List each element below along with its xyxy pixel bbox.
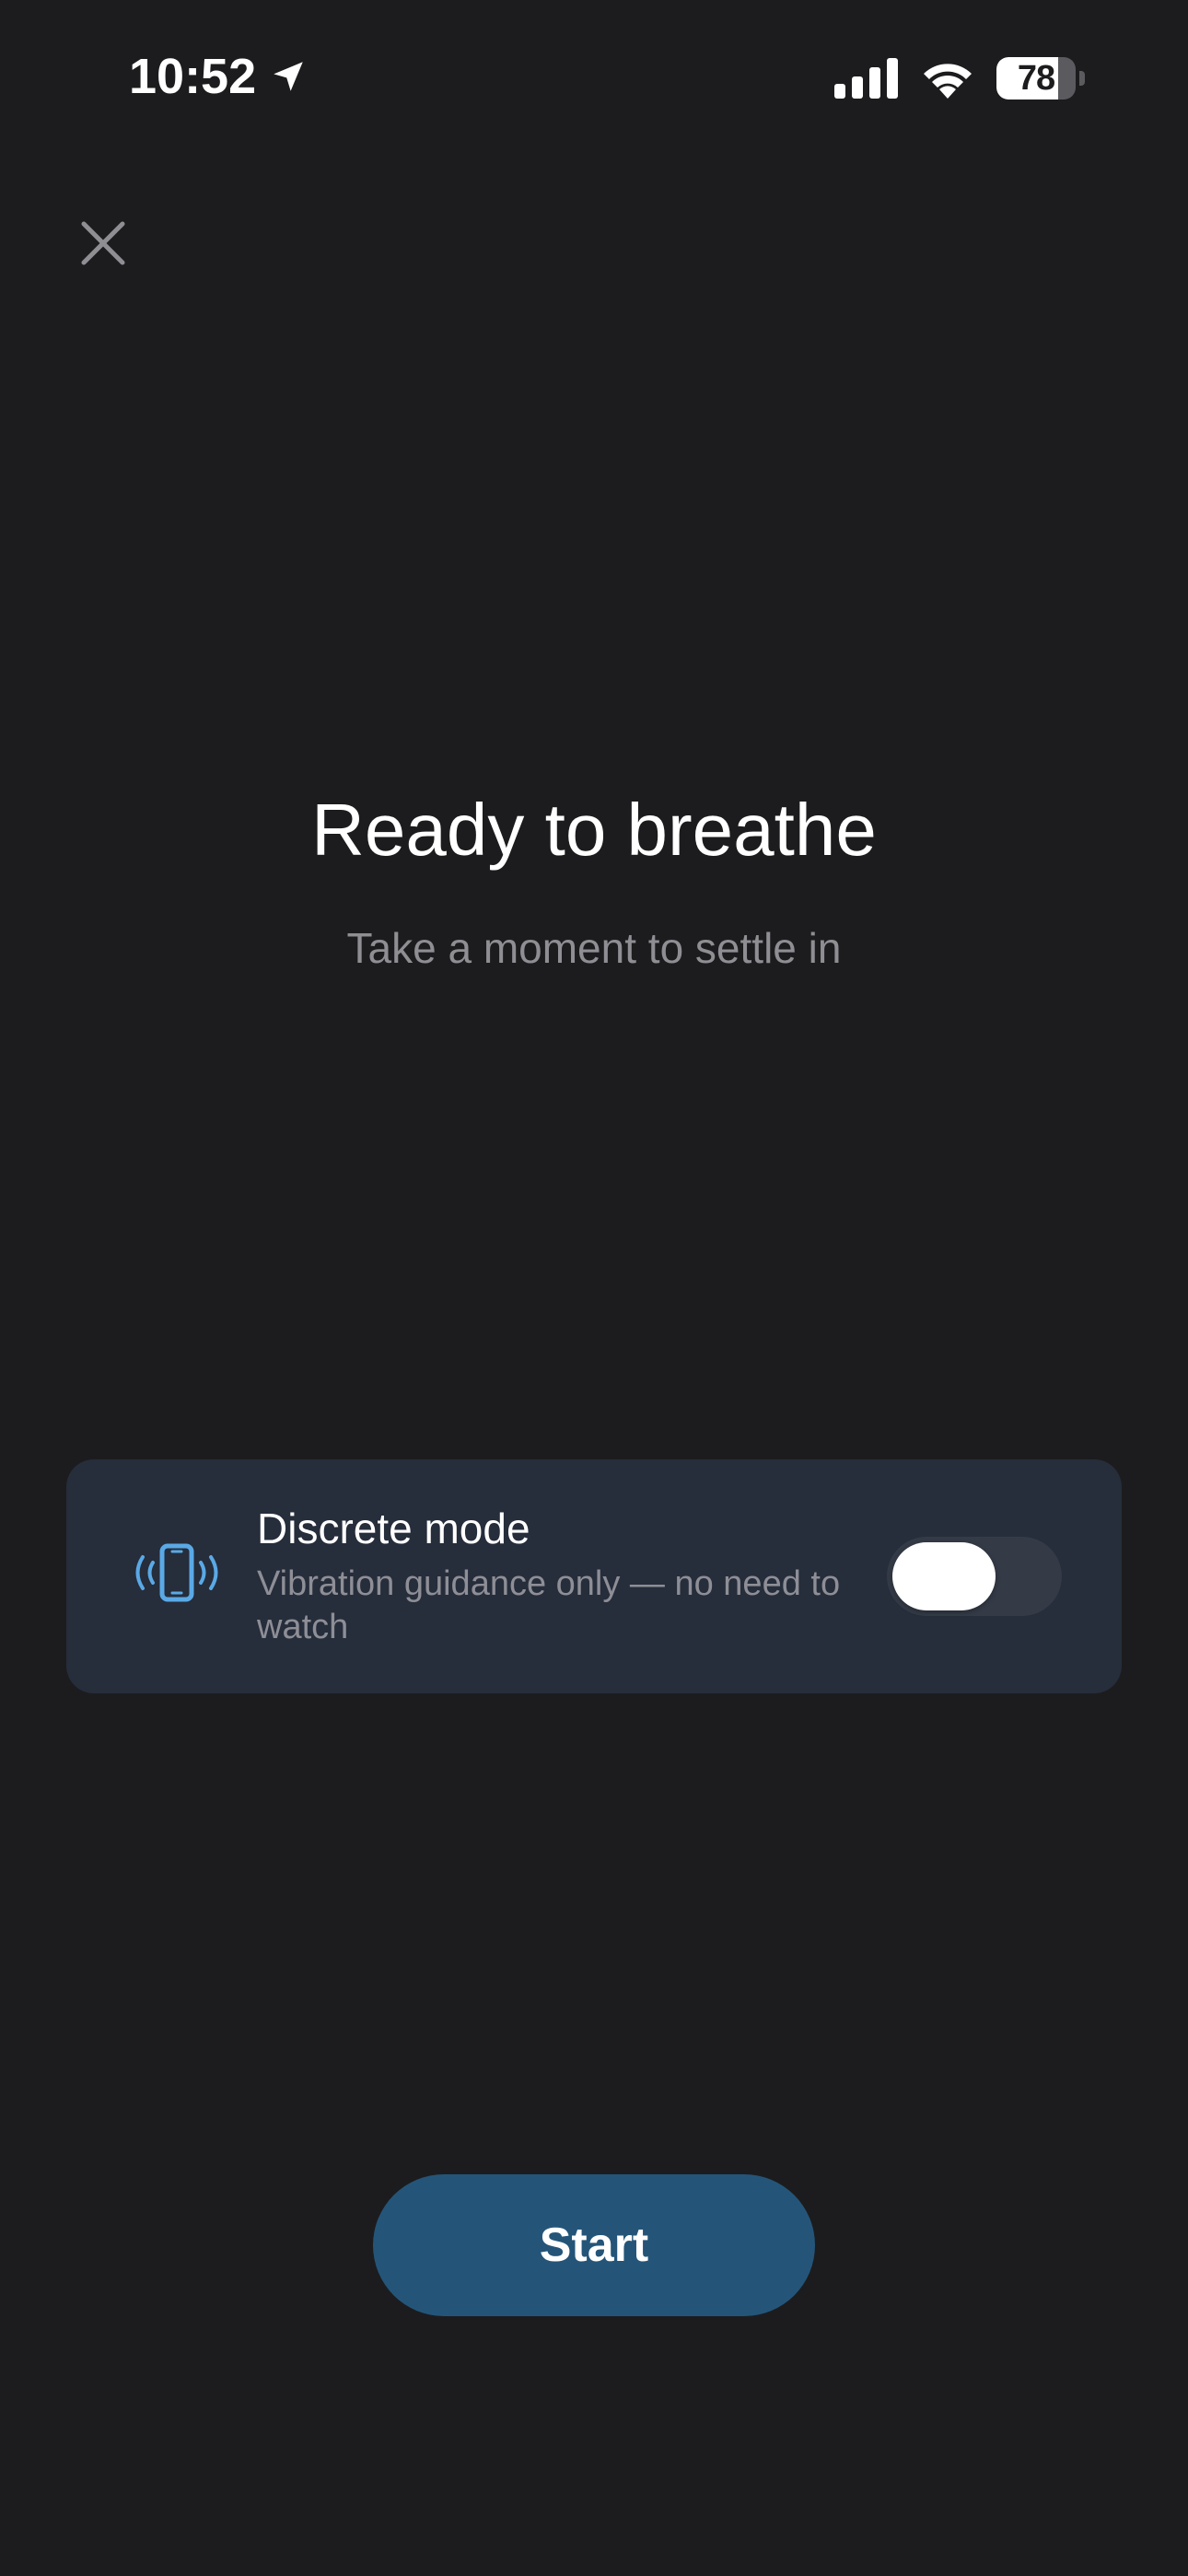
toggle-knob <box>892 1542 996 1610</box>
battery-nub <box>1079 71 1085 86</box>
battery-level: 78 <box>1017 59 1055 98</box>
status-bar: 10:52 78 <box>0 0 1188 157</box>
close-button[interactable] <box>66 206 140 280</box>
discrete-mode-toggle[interactable] <box>887 1537 1062 1616</box>
close-icon <box>81 221 125 265</box>
status-indicators: 78 <box>834 57 1085 100</box>
discrete-mode-card: Discrete mode Vibration guidance only — … <box>66 1459 1122 1693</box>
location-arrow-icon <box>274 62 303 91</box>
phone-vibrate-icon <box>135 1543 218 1602</box>
start-button[interactable]: Start <box>373 2174 815 2316</box>
page-title: Ready to breathe <box>311 789 877 871</box>
signal-icon <box>834 58 898 99</box>
discrete-mode-description: Vibration guidance only — no need to wat… <box>257 1564 841 1646</box>
page-subtitle: Take a moment to settle in <box>346 924 842 972</box>
discrete-mode-title: Discrete mode <box>257 1505 530 1552</box>
wifi-icon <box>924 64 972 99</box>
battery-icon: 78 <box>996 57 1085 100</box>
status-time-text: 10:52 <box>129 49 257 104</box>
status-time: 10:52 <box>129 48 308 105</box>
battery-body: 78 <box>996 57 1076 100</box>
